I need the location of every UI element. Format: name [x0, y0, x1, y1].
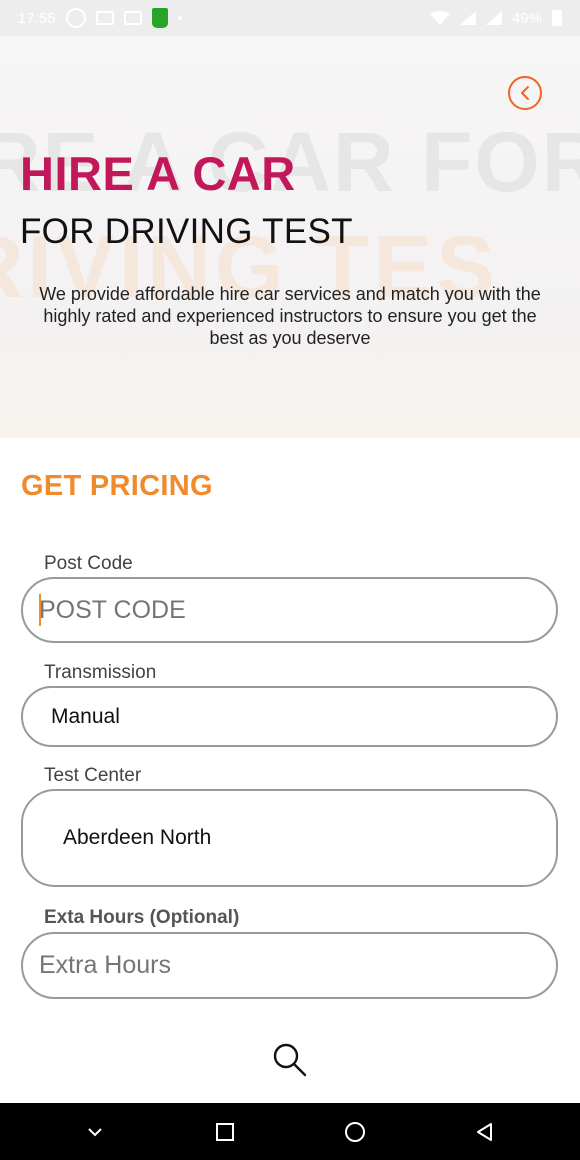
- whatsapp-icon: [65, 8, 86, 28]
- facebook-icon: [95, 11, 114, 25]
- status-right: 49%: [429, 9, 562, 27]
- extra-hours-label: Exta Hours (Optional): [44, 907, 240, 928]
- green-app-icon: [151, 8, 168, 28]
- test-center-value: Aberdeen North: [63, 826, 212, 849]
- transmission-select[interactable]: Manual: [21, 686, 558, 747]
- hero-banner: RE A CAR FOR RIVING TES HIRE A CAR FOR D…: [0, 36, 580, 438]
- status-time: 17:55: [18, 9, 56, 27]
- test-center-label: Test Center: [44, 765, 142, 786]
- circle-icon: [345, 1121, 365, 1142]
- signal-icon-2: [485, 11, 502, 25]
- nav-recents-button[interactable]: [205, 1112, 245, 1152]
- post-code-input[interactable]: [23, 595, 556, 625]
- hero-subtitle: FOR DRIVING TEST: [20, 212, 353, 251]
- battery-icon: [552, 10, 562, 26]
- wifi-icon: [429, 11, 450, 25]
- gmail-icon: [123, 11, 142, 25]
- chevron-left-icon: [521, 86, 529, 100]
- extra-hours-input[interactable]: [23, 951, 556, 980]
- triangle-back-icon: [477, 1122, 492, 1141]
- square-icon: [216, 1122, 234, 1141]
- search-button[interactable]: [270, 1040, 310, 1080]
- hero-description: We provide affordable hire car services …: [39, 284, 541, 348]
- extra-hours-field[interactable]: [21, 932, 558, 999]
- chevron-down-icon: [88, 1127, 102, 1136]
- battery-percent: 49%: [511, 9, 542, 27]
- system-nav-bar: [0, 1103, 580, 1160]
- post-code-label: Post Code: [44, 553, 133, 574]
- section-title: GET PRICING: [21, 470, 213, 502]
- text-caret: [39, 594, 41, 626]
- status-bar: 17:55 49%: [0, 0, 580, 36]
- nav-down-button[interactable]: [75, 1112, 115, 1152]
- post-code-field[interactable]: [21, 577, 558, 643]
- transmission-label: Transmission: [44, 662, 157, 683]
- back-button[interactable]: [508, 76, 542, 110]
- status-left: 17:55: [18, 8, 182, 28]
- hero-title: HIRE A CAR: [20, 147, 296, 200]
- nav-home-button[interactable]: [335, 1112, 375, 1152]
- search-icon: [273, 1043, 307, 1077]
- nav-back-button[interactable]: [465, 1112, 505, 1152]
- transmission-value: Manual: [51, 704, 120, 728]
- test-center-select[interactable]: Aberdeen North: [21, 789, 558, 887]
- signal-icon: [459, 11, 476, 25]
- dot-icon: [177, 16, 182, 20]
